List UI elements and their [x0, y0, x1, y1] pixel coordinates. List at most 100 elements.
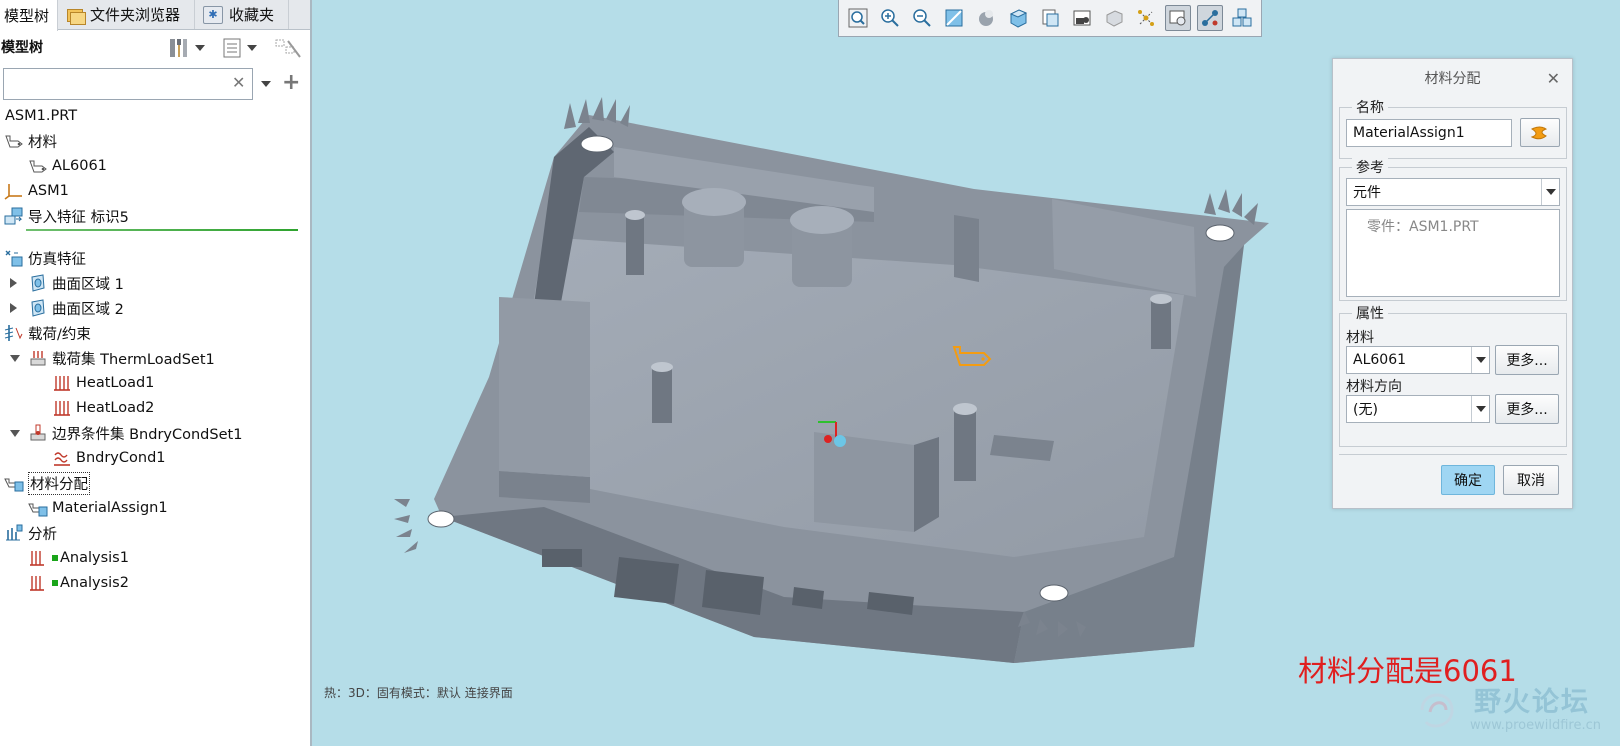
annotation-display-button[interactable] [1229, 5, 1255, 31]
view-manager-button[interactable] [1037, 5, 1063, 31]
navigator-tabs: 模型树 文件夹浏览器 ✱ 收藏夹 [0, 0, 310, 31]
surface-region-icon [31, 299, 45, 317]
tree-item-analysis2[interactable]: Analysis2 [28, 571, 129, 595]
perspective-icon [1073, 10, 1091, 26]
chevron-down-icon[interactable] [261, 81, 271, 87]
name-group: 名称 MaterialAssign1 [1339, 97, 1567, 159]
tree-item-analyses[interactable]: 分析 [4, 521, 57, 545]
simulation-features-icon [5, 250, 23, 267]
add-icon[interactable]: + [282, 70, 300, 95]
display-style-button[interactable] [973, 5, 999, 31]
collapse-icon[interactable] [10, 355, 20, 362]
tree-header: 模型树 [0, 30, 310, 64]
cancel-button[interactable]: 取消 [1503, 465, 1559, 495]
heat-load-icon [54, 376, 70, 391]
tree-item-bndrycond1[interactable]: BndryCond1 [52, 446, 166, 470]
tree-item-label: Analysis1 [60, 550, 129, 566]
reference-list[interactable]: 零件：ASM1.PRT [1346, 209, 1560, 297]
tree-item-label: ASM1.PRT [5, 108, 78, 124]
reference-item[interactable]: 零件：ASM1.PRT [1367, 216, 1479, 236]
tree-item-heatload2[interactable]: HeatLoad2 [52, 396, 154, 420]
tree-item-label: 分析 [28, 526, 57, 543]
material-assignment-dialog: 材料分配 ✕ 名称 MaterialAssign1 参考 元件 零件：ASM1.… [1332, 58, 1573, 509]
zoom-fit-button[interactable] [845, 5, 871, 31]
chevron-down-icon [195, 45, 205, 51]
repaint-button[interactable] [941, 5, 967, 31]
properties-group: 属性 材料 AL6061 更多... 材料方向 (无) 更多... [1339, 303, 1567, 447]
material-label: 材料 [1346, 330, 1374, 346]
dropdown-button[interactable] [1471, 347, 1489, 373]
name-field-value: MaterialAssign1 [1353, 125, 1465, 141]
saved-orientation-icon [1009, 9, 1028, 28]
tree-item-materialassign1[interactable]: MaterialAssign1 [28, 496, 168, 520]
settings-tools-button[interactable] [166, 37, 205, 59]
shade-button[interactable] [1101, 5, 1127, 31]
datum-display-icon [1138, 10, 1154, 26]
reference-type-select[interactable]: 元件 [1346, 178, 1560, 206]
tree-item-asm1[interactable]: ASM1 [4, 179, 69, 203]
appearance-button[interactable] [1520, 118, 1560, 147]
button-label: 更多... [1506, 402, 1548, 418]
chevron-down-icon [247, 45, 257, 51]
zoom-in-button[interactable] [877, 5, 903, 31]
material-select[interactable]: AL6061 [1346, 346, 1490, 374]
spin-center-icon [1202, 10, 1218, 26]
tree-item-boundary-set[interactable]: 边界条件集 BndryCondSet1 [10, 421, 242, 445]
material-more-button[interactable]: 更多... [1495, 345, 1559, 375]
perspective-button[interactable] [1069, 5, 1095, 31]
button-label: 更多... [1506, 353, 1548, 369]
tree-item-label: HeatLoad1 [76, 375, 155, 391]
spin-center-button[interactable] [1197, 5, 1223, 31]
expand-icon[interactable] [10, 278, 17, 288]
clear-icon[interactable]: ✕ [232, 73, 245, 92]
search-input[interactable] [3, 68, 253, 100]
collapse-icon[interactable] [10, 430, 20, 437]
close-icon[interactable]: ✕ [1547, 69, 1560, 88]
tree-item-label: 曲面区域 1 [52, 276, 124, 293]
show-menu-button[interactable] [222, 37, 257, 59]
tab-model-tree[interactable]: 模型树 [0, 0, 59, 31]
tree-item-analysis1[interactable]: Analysis1 [28, 546, 129, 570]
boundary-condition-icon [54, 452, 70, 466]
tab-folder-browser[interactable]: 文件夹浏览器 [58, 0, 196, 29]
tree-item-import-feature[interactable]: 导入特征 标识5 [4, 204, 129, 228]
tree-item-al6061[interactable]: AL6061 [28, 154, 107, 178]
watermark: 野火论坛 www.proewildfire.cn [1412, 678, 1618, 744]
favorites-icon: ✱ [203, 5, 224, 24]
tree-item-material-assign[interactable]: 材料分配 [4, 471, 90, 495]
divider [1339, 454, 1567, 455]
tree-item-label: 材料分配 [28, 471, 90, 495]
tree-item-label: Analysis2 [60, 575, 129, 591]
tree-item-surface-region-2[interactable]: 曲面区域 2 [10, 296, 124, 320]
tree-item-root[interactable]: ASM1.PRT [5, 104, 77, 128]
saved-orientation-button[interactable] [1005, 5, 1031, 31]
model-display-icon [1169, 10, 1186, 26]
tree-item-load-set[interactable]: 载荷集 ThermLoadSet1 [10, 346, 215, 370]
filter-button[interactable] [274, 37, 302, 59]
dropdown-button[interactable] [1541, 179, 1559, 205]
tree-item-sim-features[interactable]: 仿真特征 [4, 246, 86, 270]
loads-constraints-icon [4, 325, 23, 341]
dropdown-button[interactable] [1471, 396, 1489, 422]
tab-label: 文件夹浏览器 [90, 6, 181, 24]
orientation-more-button[interactable]: 更多... [1495, 394, 1559, 424]
zoom-out-button[interactable] [909, 5, 935, 31]
orientation-select[interactable]: (无) [1346, 395, 1490, 423]
tree-item-label: 曲面区域 2 [52, 301, 124, 318]
tree-item-label: 载荷集 ThermLoadSet1 [52, 351, 215, 368]
tree-item-surface-region-1[interactable]: 曲面区域 1 [10, 271, 124, 295]
tab-favorites[interactable]: ✱ 收藏夹 [195, 0, 290, 29]
model-display-button[interactable] [1165, 5, 1191, 31]
shade-icon [1106, 10, 1123, 27]
load-set-icon [30, 351, 46, 366]
datum-display-button[interactable] [1133, 5, 1159, 31]
tree-item-material[interactable]: 材料 [4, 129, 57, 153]
expand-icon[interactable] [10, 303, 17, 313]
tree-item-loads-constraints[interactable]: 载荷/约束 [4, 321, 91, 345]
tree-item-heatload1[interactable]: HeatLoad1 [52, 371, 154, 395]
heat-load-icon [54, 401, 70, 416]
ok-button[interactable]: 确定 [1441, 465, 1495, 495]
tab-label: 模型树 [4, 7, 50, 25]
tree-item-label: BndryCond1 [76, 450, 166, 466]
name-field[interactable]: MaterialAssign1 [1346, 119, 1512, 147]
